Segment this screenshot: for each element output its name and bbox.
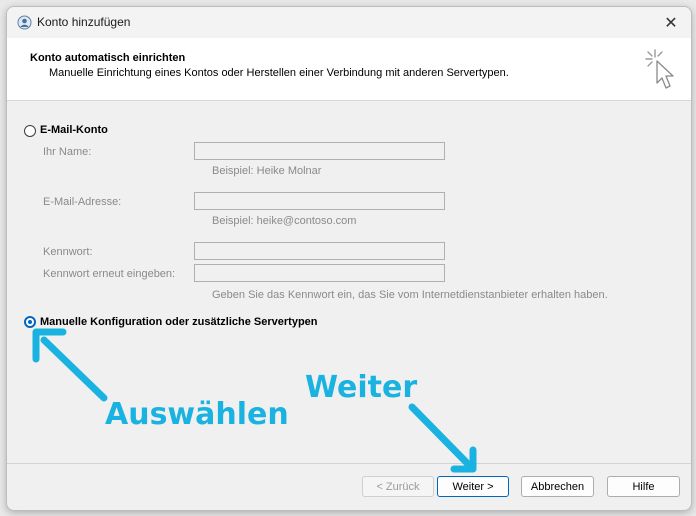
add-account-dialog: Konto hinzufügen ✕ Konto automatisch ein… [6, 6, 692, 511]
next-annotation: Weiter [305, 370, 418, 405]
arrow-to-manual-config [32, 328, 108, 402]
arrow-to-next-button [408, 403, 477, 473]
annotation-arrows [32, 328, 477, 473]
select-annotation: Auswählen [105, 397, 289, 432]
